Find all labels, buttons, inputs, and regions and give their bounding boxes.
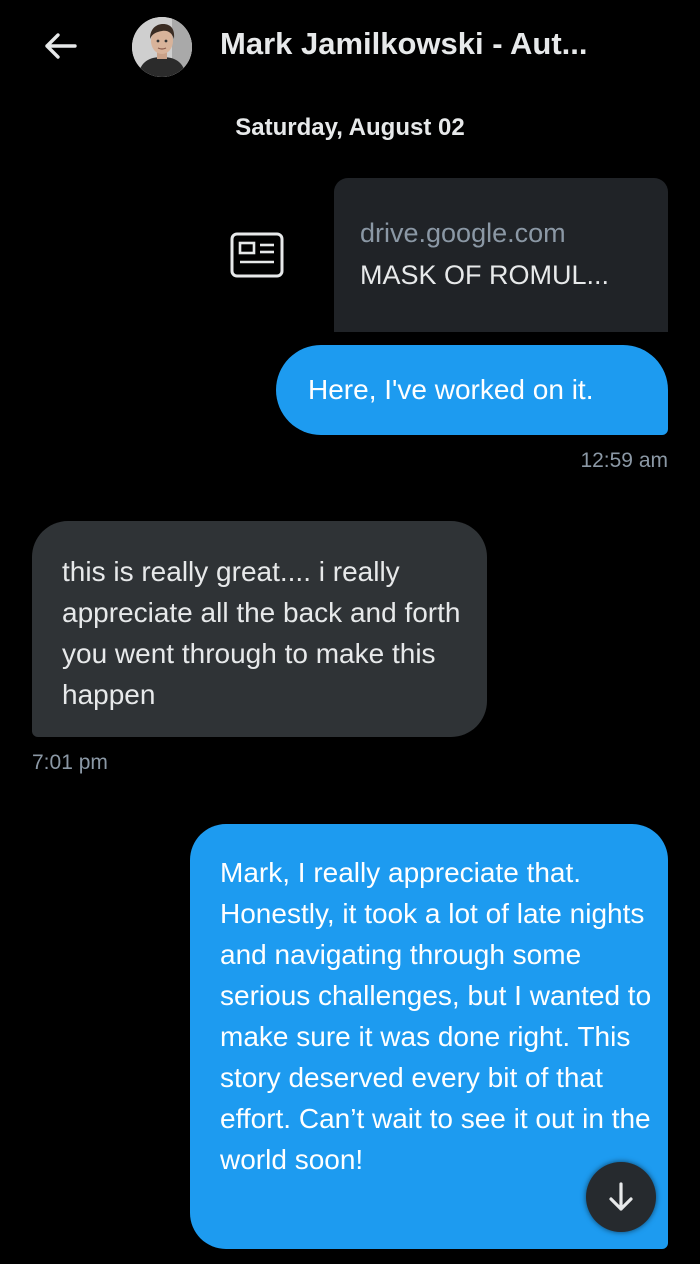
sent-message-bubble[interactable]: Here, I've worked on it. (276, 345, 668, 435)
arrow-left-icon (45, 33, 77, 59)
avatar[interactable] (132, 17, 192, 77)
dm-conversation-screen: Mark Jamilkowski - Aut... Saturday, Augu… (0, 0, 700, 1264)
received-message-bubble[interactable]: this is really great.... i really apprec… (32, 521, 487, 737)
conversation-title[interactable]: Mark Jamilkowski - Aut... (220, 26, 588, 62)
link-preview-card[interactable]: drive.google.com MASK OF ROMUL... (334, 178, 668, 332)
message-timestamp: 12:59 am (580, 449, 668, 472)
link-title: MASK OF ROMUL... (360, 260, 610, 290)
link-domain: drive.google.com (360, 218, 566, 248)
date-separator: Saturday, August 02 (235, 114, 465, 141)
scroll-to-bottom-button[interactable] (586, 1162, 656, 1232)
person-photo-icon (132, 17, 192, 77)
conversation-header: Mark Jamilkowski - Aut... (0, 0, 700, 96)
article-icon (230, 232, 284, 278)
arrow-down-icon (609, 1182, 633, 1211)
message-timestamp: 7:01 pm (32, 751, 108, 774)
back-button[interactable] (38, 26, 82, 66)
